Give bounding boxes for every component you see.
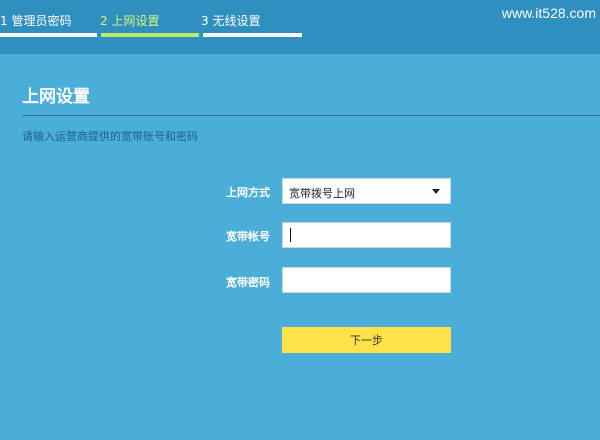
wizard-header: 1 管理员密码 2 上网设置 3 无线设置 www.it528.com	[0, 0, 600, 54]
step-progress-bar-2	[101, 33, 199, 37]
account-label: 宽带帐号	[226, 230, 270, 243]
step-internet-settings: 2 上网设置	[100, 14, 160, 28]
step-progress-bar-1	[0, 33, 97, 37]
step-admin-password: 1 管理员密码	[0, 14, 72, 28]
chevron-down-icon	[432, 189, 440, 194]
next-button[interactable]: 下一步	[282, 327, 451, 353]
watermark: www.it528.com	[501, 5, 596, 21]
connection-type-select[interactable]: 宽带拨号上网	[282, 178, 451, 204]
password-input[interactable]	[282, 267, 451, 293]
step-progress-bar-3	[203, 33, 302, 37]
connection-type-value: 宽带拨号上网	[289, 187, 355, 200]
step-wireless-settings: 3 无线设置	[201, 14, 261, 28]
connection-type-label: 上网方式	[226, 186, 270, 199]
title-divider	[22, 115, 600, 116]
page-title: 上网设置	[22, 87, 90, 107]
text-cursor	[290, 228, 291, 242]
page-hint: 请输入运营商提供的宽带账号和密码	[22, 130, 198, 143]
password-label: 宽带密码	[226, 276, 270, 289]
account-input[interactable]	[282, 222, 451, 248]
